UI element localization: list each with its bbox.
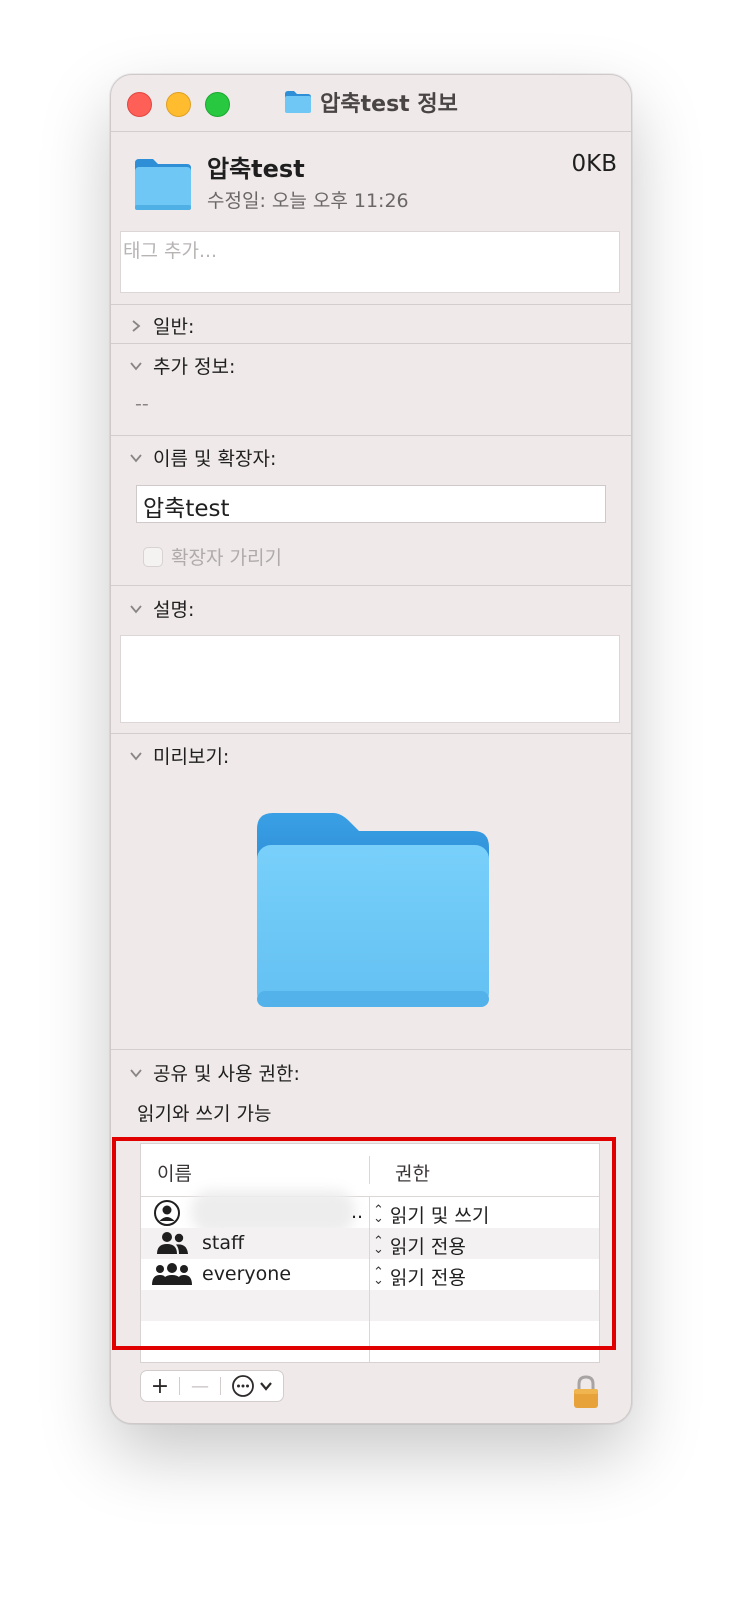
tags-input[interactable]: 태그 추가... [120, 231, 620, 293]
chevron-down-icon [130, 453, 142, 462]
divider [111, 435, 631, 436]
chevron-right-icon [132, 319, 141, 332]
hide-extension-label: 확장자 가리기 [171, 547, 282, 569]
section-sharing-label: 공유 및 사용 권한: [153, 1063, 300, 1085]
chevron-down-icon [130, 1068, 142, 1077]
section-preview-label: 미리보기: [153, 746, 230, 768]
file-size: 0KB [571, 151, 618, 177]
access-summary: 읽기와 쓰기 가능 [137, 1103, 272, 1125]
section-more-info-label: 추가 정보: [153, 356, 236, 378]
action-menu-button[interactable] [221, 1371, 283, 1401]
section-name-ext-label: 이름 및 확장자: [153, 448, 277, 470]
section-preview-toggle[interactable]: 미리보기: [129, 742, 229, 769]
divider [111, 304, 631, 305]
section-comments-label: 설명: [153, 599, 195, 621]
add-button[interactable]: + [141, 1371, 179, 1401]
section-more-info-toggle[interactable]: 추가 정보: [129, 352, 235, 379]
chevron-down-icon [130, 361, 142, 370]
window-title-text: 압축test 정보 [320, 92, 458, 117]
section-name-ext-toggle[interactable]: 이름 및 확장자: [129, 444, 276, 471]
folder-preview-icon [257, 813, 489, 1007]
folder-icon [285, 91, 312, 113]
section-comments-toggle[interactable]: 설명: [129, 595, 194, 622]
folder-icon [135, 159, 191, 210]
ellipsis-circle-icon [232, 1375, 254, 1397]
modified-date: 수정일: 오늘 오후 11:26 [207, 190, 409, 212]
chevron-down-icon [130, 751, 142, 760]
permissions-toolbar: + — [140, 1370, 284, 1402]
remove-button[interactable]: — [180, 1371, 220, 1401]
section-general-toggle[interactable]: 일반: [129, 312, 194, 339]
info-window: 압축test 정보 압축test 0KB 수정일: 오늘 오후 11:26 태그… [110, 74, 632, 1424]
highlight-annotation [112, 1137, 616, 1350]
divider [111, 343, 631, 344]
window-title: 압축test 정보 [111, 87, 631, 117]
hide-extension-checkbox[interactable]: 확장자 가리기 [143, 543, 282, 570]
divider [111, 733, 631, 734]
title-bar: 압축test 정보 [111, 75, 631, 132]
comments-input[interactable] [120, 635, 620, 723]
section-sharing-toggle[interactable]: 공유 및 사용 권한: [129, 1059, 300, 1086]
file-name: 압축test [207, 155, 305, 183]
lock-icon[interactable] [572, 1375, 600, 1409]
divider [111, 1049, 631, 1050]
divider [111, 585, 631, 586]
chevron-down-icon [130, 604, 142, 613]
more-info-value: -- [135, 393, 149, 415]
checkbox-box[interactable] [143, 546, 163, 567]
name-field[interactable]: 압축test [136, 485, 606, 523]
chevron-down-icon [260, 1382, 272, 1391]
section-general-label: 일반: [153, 316, 195, 338]
